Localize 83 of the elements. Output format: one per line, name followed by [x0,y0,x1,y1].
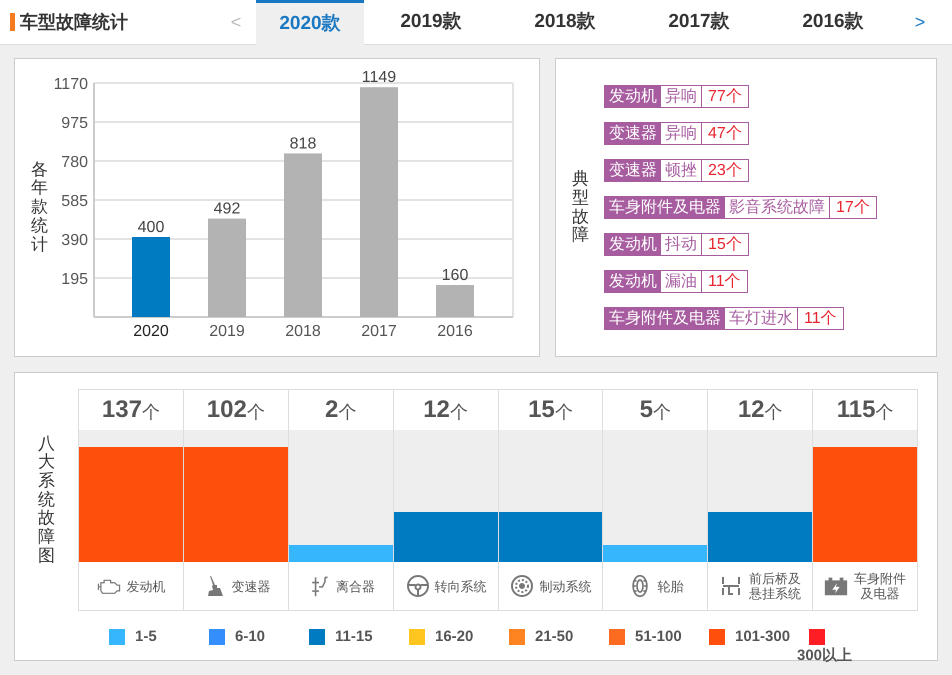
y-tick-label: 390 [61,232,88,248]
y-tick-label: 780 [61,154,88,170]
x-tick-label: 2020 [133,322,169,340]
fault-count: 11个 [707,272,742,292]
bar [436,284,474,316]
system-label: 车身附件及电器 [605,197,725,218]
fault-label: 漏油 [661,271,702,292]
fault-count: 137 [102,395,142,425]
year-tab[interactable]: 2016款 [766,0,900,44]
legend-label: 16-20 [435,627,474,647]
unit-label: 个 [764,400,783,424]
system-label: 离合器 [336,578,376,594]
x-tick-label: 2019 [209,322,245,340]
next-button[interactable]: > [900,0,940,44]
legend-label: 101-300 [735,627,790,647]
bar-value-label: 400 [138,218,164,236]
y-tick-label: 195 [61,270,88,288]
system-label: 变速器 [605,123,661,144]
system-label: 转向系统 [434,578,487,594]
fault-count: 17个 [835,198,871,218]
fault-count: 5 [640,395,653,425]
y-tick-label: 1170 [54,76,88,92]
bar-value-label: 818 [290,134,316,152]
fault-label: 异响 [661,86,702,107]
system-label: 车身附件及电器 [853,571,908,601]
bar-value-label: 492 [214,200,240,218]
unit-label: 个 [875,400,894,424]
system-label: 轮胎 [657,578,684,594]
year-tab[interactable]: 2019款 [364,0,498,44]
title-accent-icon [10,13,15,31]
legend-label: 300以上 [797,646,852,666]
x-tick-label: 2016 [437,322,473,340]
unit-label: 个 [142,400,160,424]
system-label: 变速器 [605,160,661,181]
system-label: 车身附件及电器 [605,308,725,329]
system-label: 发动机 [605,86,661,107]
unit-label: 个 [450,400,468,424]
panel-title: 典型故障 [572,170,589,245]
fault-count: 115 [836,395,876,425]
x-tick-label: 2017 [361,322,397,340]
legend-label: 51-100 [635,627,682,647]
y-tick-label: 585 [61,192,88,210]
fault-count: 23个 [707,161,743,181]
system-label: 前后桥及悬挂系统 [748,571,802,601]
system-label: 发动机 [605,271,661,292]
bar-value-label: 1149 [362,68,396,86]
year-tab[interactable]: 2017款 [632,0,766,44]
fault-label: 影音系统故障 [725,197,830,218]
section-title: 车型故障统计 [20,10,128,34]
panel-title: 八大系统故障图 [38,434,55,566]
y-tick-label: 975 [61,114,88,132]
fault-label: 抖动 [661,234,702,255]
unit-label: 个 [554,400,573,424]
fault-count: 15 [528,395,555,425]
fault-count: 2 [325,395,338,425]
fault-count: 102 [206,395,247,425]
unit-label: 个 [338,400,356,424]
year-tab[interactable]: 2018款 [498,0,632,44]
brake-disc-icon [509,574,536,598]
legend-label: 6-10 [235,627,266,647]
x-tick-label: 2018 [285,322,321,340]
system-label: 发动机 [126,578,166,594]
bar-value-label: 160 [442,266,468,284]
axis-title: 各年款统计 [31,160,48,254]
fault-count: 12 [423,395,450,425]
unit-label: 个 [652,400,671,424]
fault-count: 77个 [707,87,743,107]
fault-label: 顿挫 [661,160,702,181]
fault-count: 11个 [803,309,838,329]
system-label: 发动机 [605,234,661,255]
fault-count: 12 [738,395,765,425]
fault-label: 车灯进水 [725,308,798,329]
legend-label: 1-5 [135,627,157,647]
year-tab[interactable]: 2020款 [256,0,364,45]
fault-label: 异响 [661,123,702,144]
steering-wheel-icon [404,574,431,598]
unit-label: 个 [246,400,265,424]
fault-count: 15个 [707,235,743,255]
legend-label: 11-15 [335,627,373,647]
legend-label: 21-50 [535,627,574,647]
system-label: 变速器 [231,578,270,594]
fault-count: 47个 [707,124,743,144]
system-label: 制动系统 [539,578,592,594]
